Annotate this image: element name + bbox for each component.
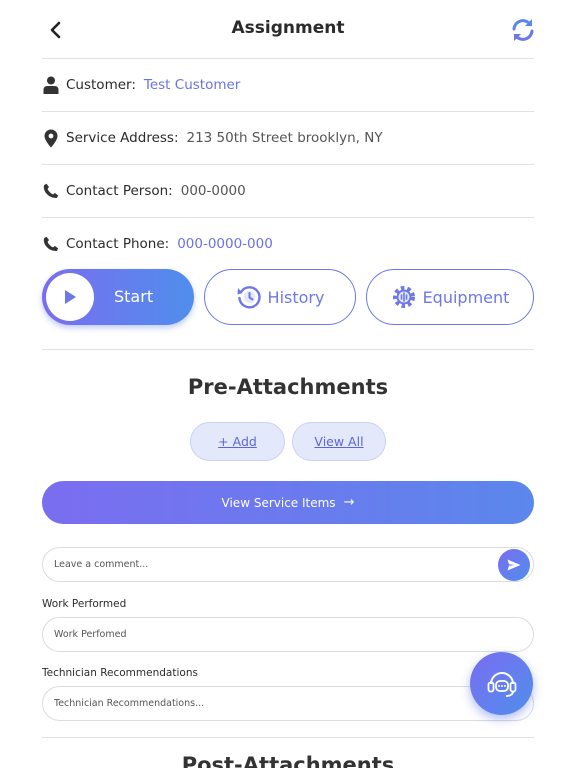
send-comment-button[interactable] (498, 549, 530, 581)
send-icon (507, 559, 521, 571)
comment-placeholder: Leave a comment... (54, 559, 149, 570)
divider (42, 349, 534, 350)
customer-row: Customer: Test Customer (42, 73, 534, 97)
pre-attachments-title: Pre-Attachments (187, 375, 389, 399)
technician-recommendations-input[interactable]: Technician Recommendations... (42, 686, 534, 721)
play-circle (46, 273, 94, 321)
equipment-button[interactable]: Equipment (366, 269, 534, 325)
start-button[interactable]: Start (42, 269, 194, 325)
address-row: Service Address: 213 50th Street brookly… (42, 126, 534, 150)
work-performed-placeholder: Work Perfomed (54, 629, 127, 640)
phone-icon (42, 181, 60, 201)
customer-label: Customer: (66, 77, 136, 93)
contact-phone-label: Contact Phone: (66, 236, 170, 252)
history-button[interactable]: History (204, 269, 356, 325)
contact-phone-value[interactable]: 000-0000-000 (177, 236, 273, 252)
post-attachments-title: Post-Attachments (181, 753, 395, 768)
contact-person-row: Contact Person: 000-0000 (42, 179, 534, 203)
contact-person-label: Contact Person: (66, 183, 173, 199)
comment-input[interactable]: Leave a comment... (42, 547, 534, 582)
divider (42, 217, 534, 218)
address-value: 213 50th Street brooklyn, NY (186, 130, 383, 146)
page-title: Assignment (231, 18, 345, 38)
phone-icon (42, 234, 60, 254)
refresh-button[interactable] (510, 17, 536, 43)
header: Assignment (0, 0, 576, 58)
start-label: Start (114, 287, 154, 306)
contact-person-value: 000-0000 (180, 183, 246, 199)
divider (42, 737, 534, 738)
arrow-right-icon: → (343, 495, 355, 510)
support-chat-button[interactable] (470, 652, 533, 715)
view-service-items-label: View Service Items (221, 495, 336, 510)
history-icon (237, 286, 261, 309)
divider (42, 58, 534, 59)
technician-recommendations-label: Technician Recommendations (42, 667, 198, 679)
work-performed-label: Work Performed (42, 598, 127, 610)
divider (42, 164, 534, 165)
history-label: History (267, 287, 325, 307)
gear-icon (392, 286, 415, 308)
view-service-items-button[interactable]: View Service Items → (42, 481, 534, 524)
customer-value[interactable]: Test Customer (144, 77, 240, 93)
technician-recommendations-placeholder: Technician Recommendations... (54, 698, 205, 709)
address-label: Service Address: (66, 130, 179, 146)
view-all-attachments-button[interactable]: View All (292, 422, 386, 461)
headset-icon (487, 671, 516, 697)
refresh-icon (512, 19, 534, 41)
work-performed-input[interactable]: Work Perfomed (42, 617, 534, 652)
location-pin-icon (42, 128, 60, 148)
play-icon (65, 290, 76, 304)
equipment-label: Equipment (422, 287, 510, 307)
contact-phone-row: Contact Phone: 000-0000-000 (42, 232, 534, 256)
divider (42, 111, 534, 112)
add-attachment-button[interactable]: + Add (190, 422, 285, 461)
user-icon (42, 75, 60, 95)
